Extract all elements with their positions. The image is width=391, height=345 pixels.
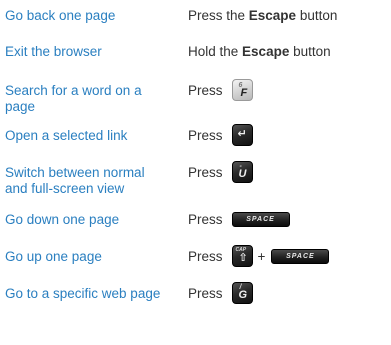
- instruction-prefix: Hold the: [188, 44, 243, 59]
- key-main-char: ↵: [237, 128, 247, 140]
- action-label: Open a selected link: [5, 128, 128, 143]
- instruction: Press SPACE: [188, 212, 290, 228]
- key-main-char: G: [238, 289, 248, 301]
- instruction-prefix: Press: [188, 128, 223, 143]
- instruction-prefix: Press: [188, 83, 223, 98]
- enter-key-icon: ↵: [231, 124, 253, 146]
- action-label: Go to a specific web page: [5, 286, 161, 301]
- instruction: Press CAP ⇧ + SPACE: [188, 245, 330, 267]
- instruction: Press the Escape button: [188, 8, 337, 24]
- instruction-prefix: Press: [188, 286, 223, 301]
- key-main-char: F: [240, 87, 248, 99]
- instruction-suffix: button: [289, 44, 331, 59]
- action-label: Exit the browser: [5, 44, 102, 59]
- escape-key-name: Escape: [248, 8, 297, 23]
- action-label: Search for a word on a page: [5, 83, 142, 114]
- space-key-icon: SPACE: [271, 249, 330, 264]
- f-key-icon: 6 F: [231, 79, 253, 101]
- g-key-icon: / G: [231, 282, 253, 304]
- action-label: Go up one page: [5, 249, 102, 264]
- action-label: Go down one page: [5, 212, 120, 227]
- instruction-prefix: Press: [188, 212, 223, 227]
- instruction: Press 6 F: [188, 79, 253, 101]
- instruction-prefix: Press: [188, 165, 223, 180]
- key-main-char: U: [238, 168, 247, 180]
- instruction-suffix: button: [296, 8, 338, 23]
- instruction: Press ↵: [188, 124, 253, 146]
- plus-sign: +: [257, 249, 266, 264]
- shift-key-icon: CAP ⇧: [231, 245, 253, 267]
- action-label: Switch between normal and full-screen vi…: [5, 165, 145, 196]
- instruction: Press - U: [188, 161, 253, 183]
- escape-key-name: Escape: [242, 44, 290, 59]
- action-label: Go back one page: [5, 8, 116, 23]
- instruction: Hold the Escape button: [188, 44, 331, 60]
- instruction-prefix: Press: [188, 249, 223, 264]
- instruction-prefix: Press the: [188, 8, 249, 23]
- space-key-icon: SPACE: [231, 212, 290, 227]
- instruction: Press / G: [188, 282, 253, 304]
- u-key-icon: - U: [231, 161, 253, 183]
- key-main-char: ⇧: [238, 252, 248, 264]
